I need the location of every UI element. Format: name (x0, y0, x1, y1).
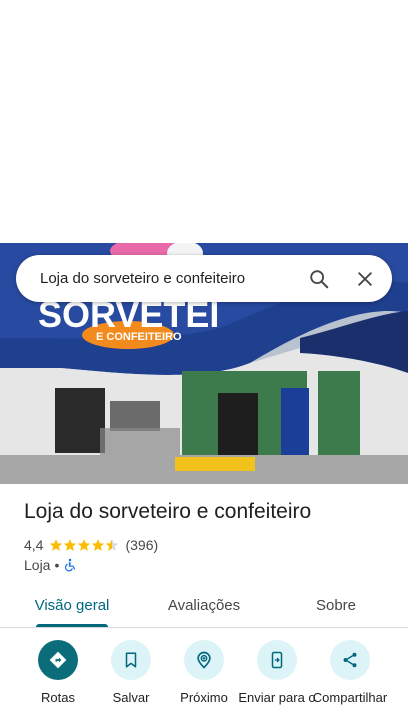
tab-bar: Visão geral Avaliações Sobre (0, 584, 408, 628)
star-half-icon (106, 539, 119, 551)
directions-icon (49, 651, 67, 669)
search-bar[interactable]: Loja do sorveteiro e confeiteiro (16, 255, 392, 302)
star-full-icon (92, 539, 105, 551)
rating-stars (49, 538, 119, 552)
separator-dot: • (54, 557, 60, 573)
nearby-button-circle[interactable] (184, 640, 224, 680)
tab-about[interactable]: Sobre (290, 584, 382, 627)
send-to-phone-label: Enviar para o (238, 690, 316, 705)
save-button-circle[interactable] (111, 640, 151, 680)
action-bar: Rotas Salvar Próximo Enviar para o Compa… (0, 640, 408, 726)
share-button[interactable]: Compartilhar (311, 640, 389, 705)
search-button[interactable] (296, 256, 342, 302)
place-title: Loja do sorveteiro e confeiteiro (24, 500, 312, 523)
directions-button[interactable]: Rotas (19, 640, 97, 705)
directions-label: Rotas (41, 690, 75, 705)
rating-row[interactable]: 4,4 (396) (24, 536, 158, 554)
save-button[interactable]: Salvar (92, 640, 170, 705)
save-label: Salvar (112, 690, 150, 705)
share-icon (343, 652, 357, 668)
nearby-icon (197, 651, 211, 669)
review-count[interactable]: (396) (125, 537, 158, 553)
clear-search-button[interactable] (342, 256, 388, 302)
nearby-label: Próximo (180, 690, 228, 705)
send-to-phone-button[interactable]: Enviar para o (238, 640, 316, 705)
share-button-circle[interactable] (330, 640, 370, 680)
tab-reviews[interactable]: Avaliações (152, 584, 256, 627)
map-area-blank (0, 0, 408, 243)
nearby-button[interactable]: Próximo (165, 640, 243, 705)
send-to-phone-button-circle[interactable] (257, 640, 297, 680)
share-label: Compartilhar (312, 690, 388, 705)
directions-button-circle[interactable] (38, 640, 78, 680)
search-icon (310, 269, 329, 288)
store-sign-subtext: E CONFEITEIRO (96, 331, 182, 343)
star-full-icon (78, 539, 91, 551)
send-to-phone-icon (271, 651, 283, 669)
search-input[interactable]: Loja do sorveteiro e confeiteiro (16, 270, 296, 287)
rating-value: 4,4 (24, 537, 44, 553)
star-full-icon (50, 539, 63, 551)
place-category: Loja (24, 557, 51, 573)
active-tab-indicator (36, 624, 108, 627)
bookmark-icon (125, 652, 137, 668)
wheelchair-accessible-icon (65, 558, 76, 572)
tab-overview[interactable]: Visão geral (20, 584, 124, 627)
star-full-icon (64, 539, 77, 551)
category-row: Loja • (24, 556, 77, 574)
close-icon (358, 271, 372, 286)
